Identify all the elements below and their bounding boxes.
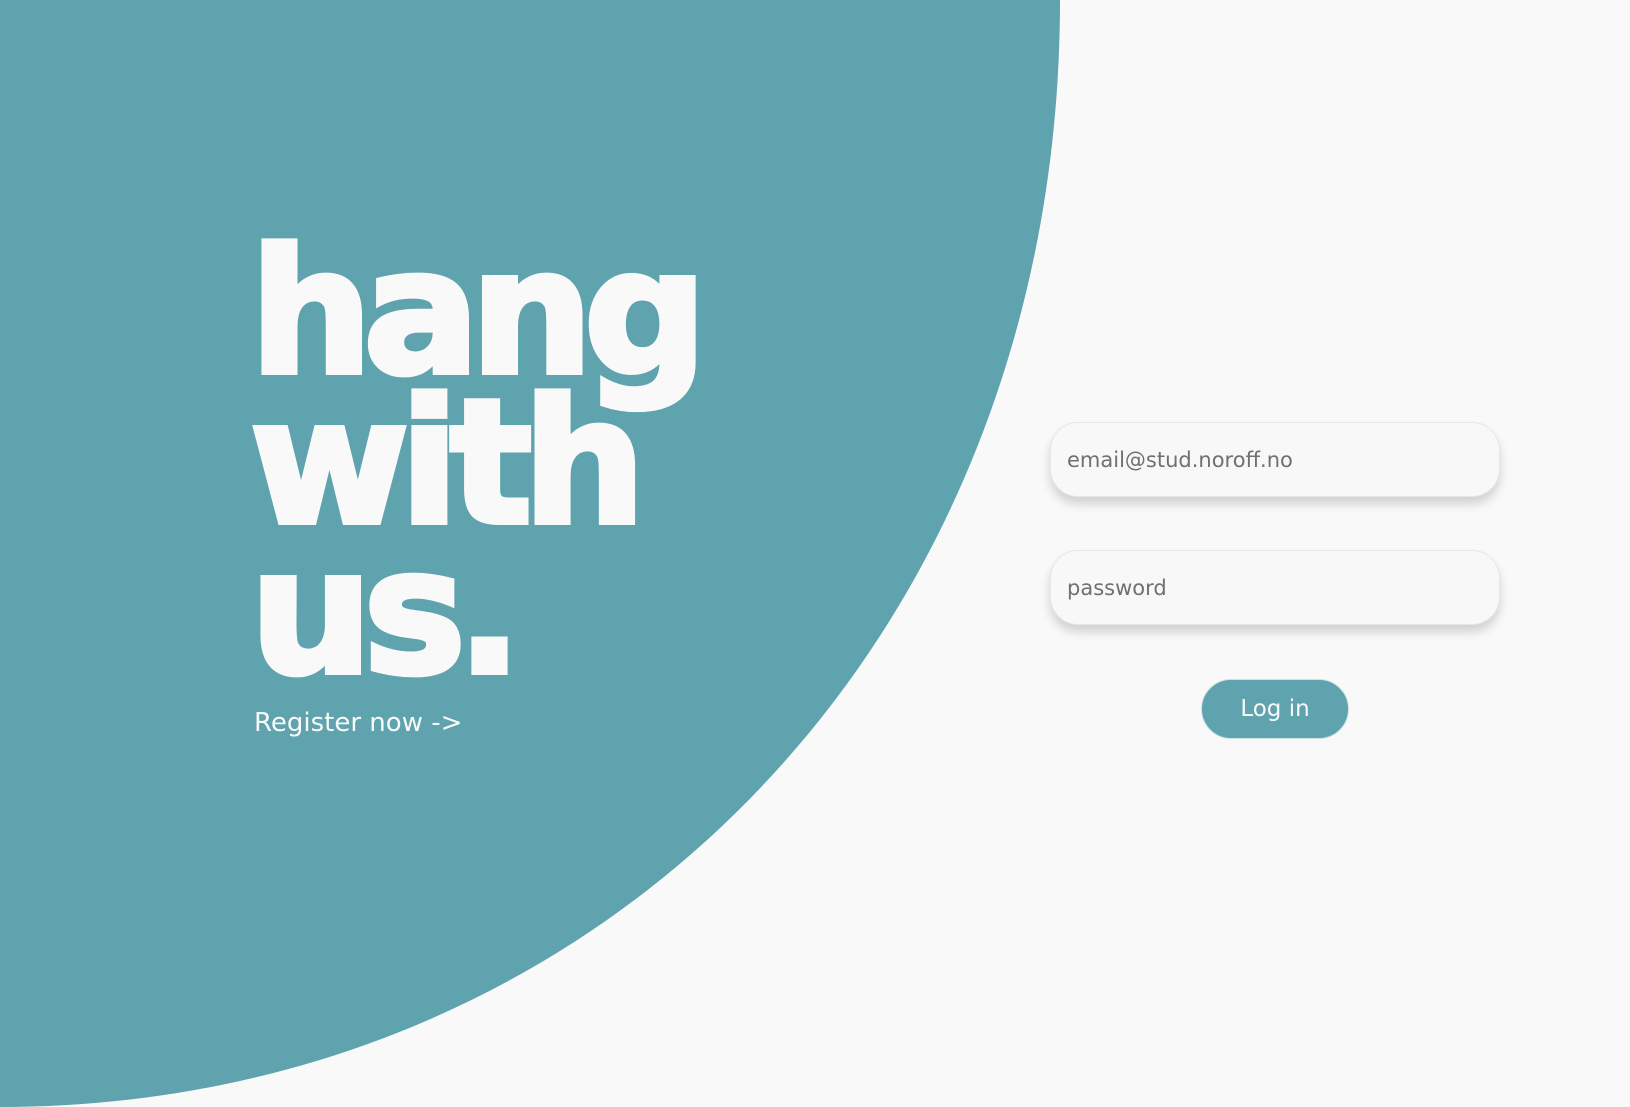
login-button[interactable]: Log in: [1201, 679, 1349, 739]
register-link[interactable]: Register now ->: [254, 708, 462, 738]
password-field[interactable]: [1050, 550, 1500, 625]
login-page: hang with us. Register now -> Log in: [0, 0, 1630, 1107]
hero-headline: hang with us.: [247, 224, 710, 702]
email-field[interactable]: [1050, 422, 1500, 497]
login-form: Log in: [1050, 422, 1500, 739]
